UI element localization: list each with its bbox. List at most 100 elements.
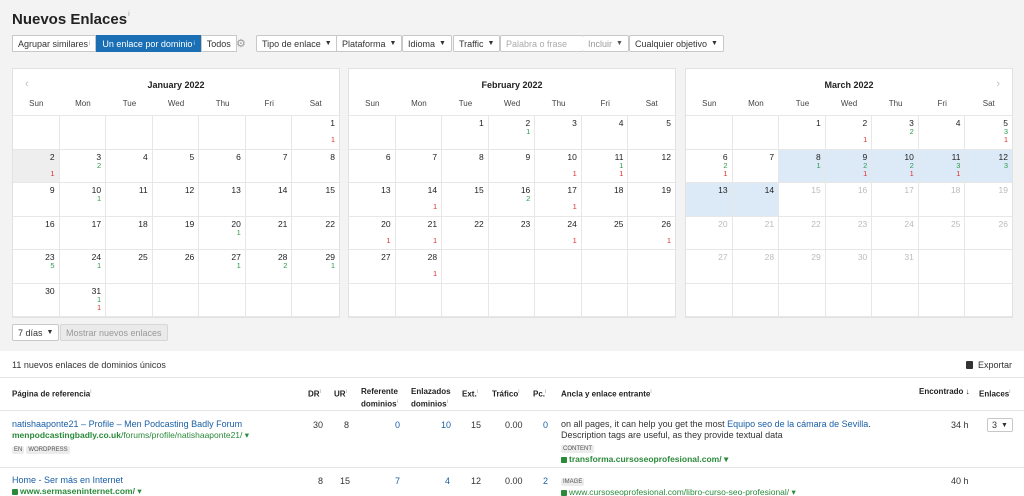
day-cell[interactable]: 8 bbox=[292, 150, 339, 183]
day-cell[interactable]: 4 bbox=[106, 149, 153, 183]
ref-domains-value[interactable]: 0 bbox=[395, 420, 400, 430]
day-cell[interactable]: 21 bbox=[245, 216, 293, 250]
pc-value[interactable]: 0 bbox=[543, 420, 548, 430]
day-cell[interactable]: 23 5 bbox=[13, 250, 60, 284]
incluir-dropdown[interactable]: Incluir ▼ bbox=[583, 35, 629, 52]
referring-page-title[interactable]: Home - Ser más en Internet bbox=[12, 475, 302, 485]
range-dropdown[interactable]: 7 días ▼ bbox=[12, 324, 60, 341]
day-cell[interactable]: 20 1 bbox=[199, 216, 246, 250]
referring-page-url[interactable]: menpodcastingbadly.co.uk/forums/profile/… bbox=[12, 430, 302, 441]
day-cell[interactable]: 531 bbox=[965, 116, 1012, 150]
day-cell[interactable]: 10 1 bbox=[59, 183, 107, 217]
target-url[interactable]: www.cursoseoprofesional.com/libro-curso-… bbox=[561, 487, 906, 496]
day-cell[interactable]: 13 bbox=[199, 183, 246, 217]
day-cell[interactable]: 8 bbox=[442, 149, 489, 183]
referring-page-title[interactable]: natishaaponte21 – Profile – Men Podcasti… bbox=[12, 419, 302, 429]
linked-domains-value[interactable]: 10 bbox=[441, 420, 451, 430]
day-cell[interactable]: 3 bbox=[535, 116, 582, 150]
day-cell[interactable]: 16 2 bbox=[488, 183, 536, 217]
col-ref-domains[interactable]: Referente dominiosi bbox=[361, 387, 398, 410]
day-cell[interactable]: 1 bbox=[442, 116, 489, 150]
day-cell[interactable]: 15 bbox=[292, 183, 339, 217]
referring-page-url[interactable]: www.sermaseninternet.com/ ▾ bbox=[12, 486, 302, 496]
mostrar-nuevos-enlaces-button[interactable]: Mostrar nuevos enlaces bbox=[60, 324, 168, 341]
un-enlace-por-dominio-button[interactable]: Un enlace por dominio i bbox=[96, 35, 201, 52]
day-cell[interactable]: 29 1 bbox=[292, 250, 339, 284]
linked-domains-value[interactable]: 4 bbox=[445, 476, 450, 486]
day-cell[interactable]: 4 bbox=[918, 116, 966, 150]
gear-icon[interactable]: ⚙ bbox=[236, 37, 246, 50]
day-cell[interactable]: 16 bbox=[13, 216, 60, 250]
day-cell[interactable]: 23 bbox=[488, 216, 536, 250]
day-cell[interactable]: 18 bbox=[581, 183, 629, 217]
day-cell[interactable]: 31 1 1 bbox=[59, 283, 107, 317]
col-links[interactable]: Enlacesi bbox=[979, 387, 1010, 400]
day-cell[interactable]: 12 bbox=[628, 150, 675, 183]
day-cell[interactable]: 10 1 bbox=[535, 149, 582, 183]
agrupar-similares-button[interactable]: Agrupar similares i bbox=[12, 35, 97, 52]
day-cell[interactable]: 13 bbox=[349, 183, 396, 217]
day-cell[interactable]: 24 1 bbox=[535, 216, 582, 250]
day-cell[interactable]: 21 1 bbox=[395, 216, 443, 250]
day-cell[interactable]: 14 1 bbox=[395, 183, 443, 217]
day-cell[interactable]: 25 bbox=[106, 250, 153, 284]
todos-button[interactable]: Todos bbox=[200, 35, 237, 52]
col-ext[interactable]: Ext.i bbox=[462, 387, 478, 400]
day-cell[interactable]: 14 bbox=[732, 183, 780, 217]
day-cell[interactable]: 5 bbox=[628, 116, 675, 150]
day-cell[interactable]: 28 1 bbox=[395, 250, 443, 284]
day-cell[interactable]: 7 bbox=[245, 149, 293, 183]
col-pc[interactable]: Pc.i bbox=[533, 387, 546, 400]
day-cell[interactable]: 11 3 1 bbox=[918, 149, 966, 183]
day-cell[interactable]: 11 1 1 bbox=[581, 149, 629, 183]
day-cell[interactable]: 11 bbox=[106, 183, 153, 217]
day-cell[interactable]: 7 bbox=[395, 149, 443, 183]
traffic-dropdown[interactable]: Traffic ▼ bbox=[453, 35, 501, 52]
day-cell[interactable]: 26 1 bbox=[628, 217, 675, 250]
day-cell[interactable]: 19 bbox=[152, 216, 200, 250]
day-cell[interactable]: 10 2 1 bbox=[872, 149, 919, 183]
search-input[interactable]: Palabra o frase bbox=[500, 35, 584, 52]
day-cell[interactable]: 9 bbox=[13, 183, 60, 217]
day-cell[interactable]: 81 bbox=[779, 149, 826, 183]
day-cell[interactable]: 24 1 bbox=[59, 250, 107, 284]
day-cell[interactable]: 30 bbox=[13, 283, 60, 317]
day-cell[interactable]: 27 1 bbox=[199, 250, 246, 284]
day-cell[interactable]: 17 1 bbox=[535, 183, 582, 217]
day-cell[interactable]: 9 bbox=[488, 149, 536, 183]
day-cell[interactable]: 5 bbox=[152, 149, 200, 183]
day-cell[interactable]: 19 bbox=[628, 183, 675, 217]
day-cell[interactable]: 27 bbox=[349, 250, 396, 284]
day-cell[interactable]: 12 3 bbox=[965, 149, 1012, 183]
plataforma-dropdown[interactable]: Plataforma ▼ bbox=[336, 35, 403, 52]
ref-domains-value[interactable]: 7 bbox=[395, 476, 400, 486]
day-cell[interactable]: 7 bbox=[732, 149, 780, 183]
day-cell[interactable]: 14 bbox=[245, 183, 293, 217]
tipo-enlace-dropdown[interactable]: Tipo de enlace ▼ bbox=[256, 35, 338, 52]
export-button[interactable]: Exportar bbox=[966, 360, 1012, 370]
day-cell[interactable]: 18 bbox=[106, 216, 153, 250]
day-cell[interactable]: 26 bbox=[152, 250, 200, 284]
day-cell[interactable]: 1 bbox=[779, 116, 826, 150]
day-cell[interactable]: 22 bbox=[442, 216, 489, 250]
links-count-dropdown[interactable]: 3 ▼ bbox=[987, 418, 1013, 432]
day-cell[interactable]: 21 bbox=[825, 116, 873, 150]
col-dr[interactable]: DRi bbox=[308, 387, 321, 400]
day-cell[interactable]: 6 bbox=[349, 149, 396, 183]
day-cell[interactable]: 15 bbox=[442, 183, 489, 217]
day-cell[interactable]: 921 bbox=[825, 149, 873, 183]
col-anchor[interactable]: Ancla y enlace entrantei bbox=[561, 387, 652, 400]
day-cell[interactable]: 25 bbox=[581, 216, 629, 250]
day-cell[interactable]: 21 bbox=[13, 149, 60, 183]
day-cell[interactable]: 32 bbox=[872, 116, 919, 150]
objetivo-dropdown[interactable]: Cualquier objetivo ▼ bbox=[629, 35, 724, 52]
day-cell[interactable]: 21 bbox=[488, 116, 536, 150]
col-traffic[interactable]: Tráficoi bbox=[492, 387, 519, 400]
day-cell[interactable]: 32 bbox=[59, 149, 107, 183]
day-cell[interactable]: 621 bbox=[686, 149, 733, 183]
col-page[interactable]: Página de referenciai bbox=[12, 387, 92, 400]
day-cell[interactable]: 20 1 bbox=[349, 216, 396, 250]
day-cell[interactable]: 4 bbox=[581, 116, 629, 150]
target-url[interactable]: transforma.cursoseoprofesional.com/ ▾ bbox=[561, 454, 906, 465]
day-cell[interactable]: 6 bbox=[199, 149, 246, 183]
